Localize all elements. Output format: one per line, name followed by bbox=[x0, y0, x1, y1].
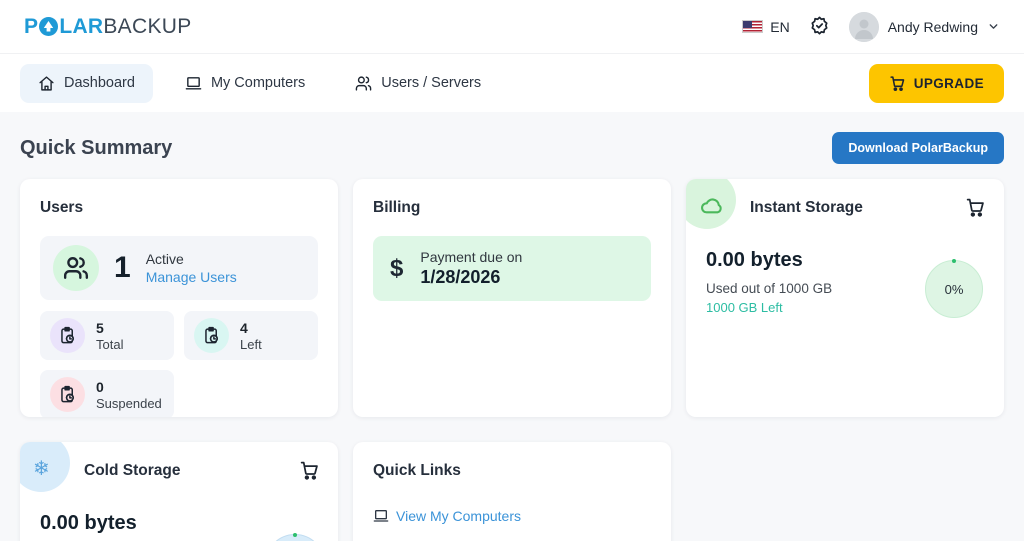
cold-usage-percent bbox=[265, 533, 325, 541]
cold-storage-card: ❄ Cold Storage 0.00 bytes bbox=[20, 442, 338, 541]
cold-used-bytes: 0.00 bytes bbox=[40, 512, 137, 534]
nav-tab-dashboard[interactable]: Dashboard bbox=[20, 63, 153, 103]
payment-due-box: $ Payment due on 1/28/2026 bbox=[373, 236, 651, 301]
clipboard-clock-icon bbox=[194, 318, 229, 353]
page-title: Quick Summary bbox=[20, 136, 173, 159]
laptop-icon bbox=[373, 508, 389, 524]
dollar-icon: $ bbox=[390, 254, 404, 282]
nav-label-users-servers: Users / Servers bbox=[381, 75, 482, 91]
total-value: 5 bbox=[96, 319, 104, 336]
users-suspended-stat: 0 Suspended bbox=[40, 370, 174, 417]
logo-text-lar: LAR bbox=[59, 14, 104, 38]
us-flag-icon bbox=[742, 20, 764, 33]
upgrade-label: UPGRADE bbox=[913, 75, 984, 91]
users-left-stat: 4 Left bbox=[184, 311, 318, 360]
cold-storage-title: Cold Storage bbox=[84, 462, 181, 479]
users-icon bbox=[355, 75, 372, 92]
clipboard-clock-icon bbox=[50, 377, 85, 412]
home-icon bbox=[38, 75, 55, 92]
avatar bbox=[848, 11, 879, 42]
nav-tab-users-servers[interactable]: Users / Servers bbox=[337, 64, 499, 103]
users-icon bbox=[53, 245, 99, 291]
dashboard-content: Quick Summary Download PolarBackup Users… bbox=[0, 112, 1024, 541]
chevron-down-icon bbox=[987, 20, 1000, 33]
billing-card-title: Billing bbox=[373, 199, 421, 216]
suspended-label: Suspended bbox=[96, 395, 162, 411]
instant-usage-percent: 0% bbox=[925, 259, 983, 318]
download-polarbackup-button[interactable]: Download PolarBackup bbox=[832, 132, 1004, 164]
cart-icon[interactable] bbox=[965, 197, 986, 218]
badge-check-icon[interactable] bbox=[808, 15, 831, 38]
active-label: Active bbox=[145, 251, 184, 267]
app-header: P LAR BACKUP EN Andy Redwing bbox=[0, 0, 1024, 54]
upgrade-button[interactable]: UPGRADE bbox=[868, 63, 1004, 103]
logo-text-p: P bbox=[24, 14, 39, 38]
users-card: Users 1 Active Manage Users 5 Total 4 Le… bbox=[20, 179, 338, 417]
language-code: EN bbox=[770, 18, 790, 35]
nav-tab-my-computers[interactable]: My Computers bbox=[167, 64, 323, 103]
left-value: 4 bbox=[240, 319, 248, 336]
main-nav: Dashboard My Computers Users / Servers U… bbox=[0, 54, 1024, 112]
nav-label-dashboard: Dashboard bbox=[64, 75, 135, 91]
users-total-stat: 5 Total bbox=[40, 311, 174, 360]
user-menu[interactable]: Andy Redwing bbox=[848, 11, 1000, 42]
manage-users-link[interactable]: Manage Users bbox=[146, 269, 237, 285]
snowflake-icon: ❄ bbox=[33, 458, 50, 480]
left-label: Left bbox=[240, 336, 262, 352]
logo-text-backup: BACKUP bbox=[103, 14, 192, 38]
payment-due-date: 1/28/2026 bbox=[420, 267, 501, 287]
quick-links-card: Quick Links View My Computers bbox=[353, 442, 671, 541]
suspended-value: 0 bbox=[96, 378, 104, 395]
clipboard-clock-icon bbox=[50, 318, 85, 353]
active-users-row: 1 Active Manage Users bbox=[40, 236, 318, 300]
user-name: Andy Redwing bbox=[887, 18, 978, 35]
polarbackup-logo[interactable]: P LAR BACKUP bbox=[24, 15, 192, 39]
cloud-icon bbox=[699, 193, 724, 218]
progress-dot bbox=[293, 533, 297, 537]
view-my-computers-link[interactable]: View My Computers bbox=[396, 508, 521, 524]
instant-storage-title: Instant Storage bbox=[750, 199, 863, 216]
cart-icon[interactable] bbox=[299, 460, 320, 481]
instant-storage-card: Instant Storage 0.00 bytes Used out of 1… bbox=[686, 179, 1004, 417]
language-selector[interactable]: EN bbox=[742, 18, 790, 35]
payment-due-label: Payment due on bbox=[420, 249, 523, 265]
quick-links-title: Quick Links bbox=[373, 462, 461, 479]
progress-dot bbox=[952, 259, 956, 263]
nav-label-my-computers: My Computers bbox=[210, 75, 306, 91]
users-card-title: Users bbox=[40, 199, 84, 216]
active-users-count: 1 bbox=[114, 251, 131, 284]
cart-icon bbox=[889, 75, 906, 92]
total-label: Total bbox=[96, 336, 124, 352]
laptop-icon bbox=[185, 75, 202, 92]
billing-card: Billing $ Payment due on 1/28/2026 bbox=[353, 179, 671, 417]
logo-arrow-icon bbox=[39, 17, 59, 36]
